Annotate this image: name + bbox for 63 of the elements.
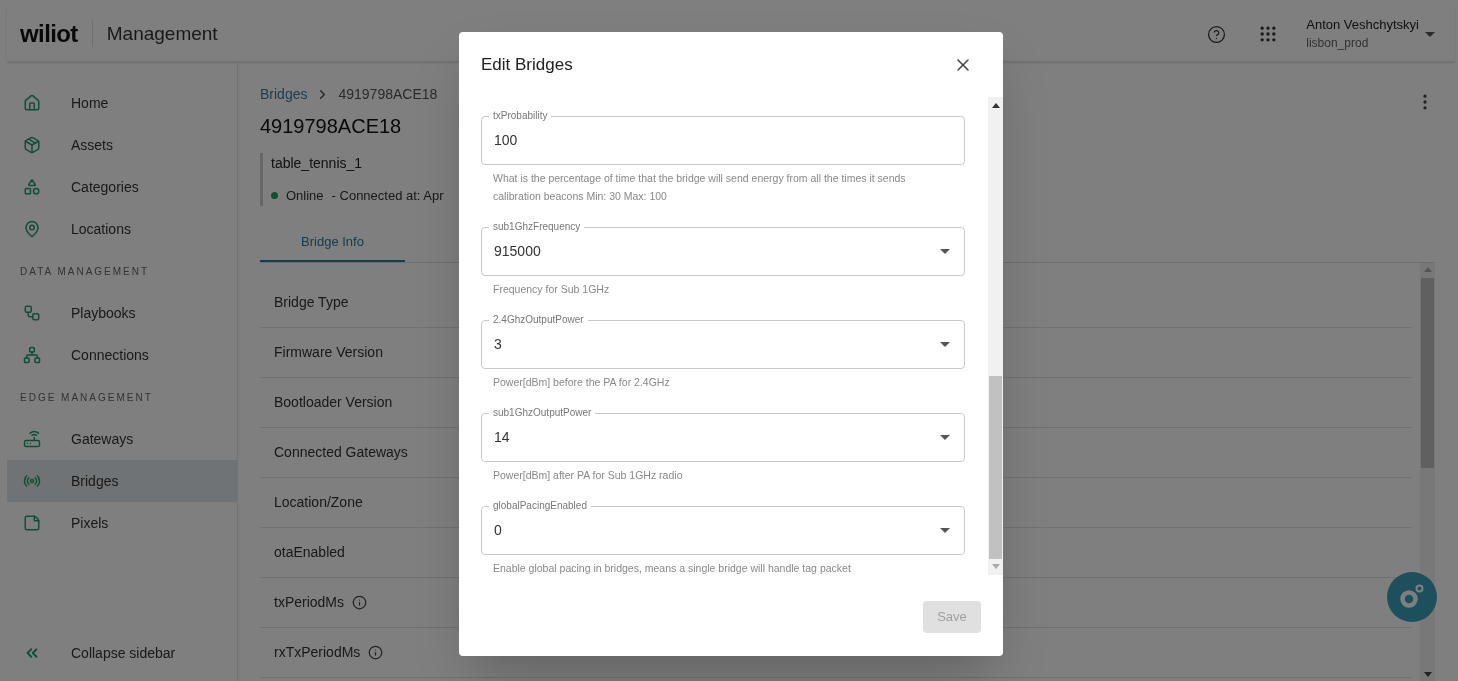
sidebar-item[interactable]: Pixels <box>7 502 237 544</box>
field-label: 2.4GhzOutputPower <box>489 313 588 327</box>
sidebar-item[interactable]: Connections <box>7 334 237 376</box>
info-icon[interactable] <box>352 594 368 610</box>
caret-icon <box>940 249 950 254</box>
scroll-up-arrow-icon[interactable] <box>991 103 1000 108</box>
field-label: sub1GhzOutputPower <box>489 406 596 420</box>
sidebar-item[interactable]: Assets <box>7 124 237 166</box>
caret-icon <box>940 435 950 440</box>
user-menu-caret-icon <box>1425 31 1435 37</box>
scroll-down-arrow-icon[interactable] <box>1423 672 1432 677</box>
row-label: Firmware Version <box>274 342 383 362</box>
dialog-title: Edit Bridges <box>481 53 573 76</box>
caret-icon <box>940 528 950 533</box>
sidebar-item[interactable]: Locations <box>7 208 237 250</box>
helper-text: Power[dBm] before the PA for 2.4GHz <box>492 375 671 390</box>
helper-text: Enable global pacing in bridges, means a single bridge will handle tag packet <box>492 561 852 575</box>
row-label: Location/Zone <box>274 492 363 512</box>
page-title: 4919798ACE18 <box>260 114 403 139</box>
shapes-icon <box>23 178 41 196</box>
logo: wiliot <box>20 19 78 49</box>
rings-icon <box>1399 584 1425 610</box>
helper-text: What is the percentage of time that the bridge will send energy from all the times it sends calibration beacons Min: 30 Max: 100 <box>492 171 907 204</box>
row-label: Bridge Type <box>274 292 349 312</box>
scrollbar[interactable] <box>988 97 1003 575</box>
scrollbar[interactable] <box>1420 262 1435 681</box>
connected-at: - Connected at: Apr <box>331 187 444 205</box>
section-heading: DATA MANAGEMENT <box>19 264 151 279</box>
breadcrumb-link[interactable]: Bridges <box>260 84 308 105</box>
account-name: lisbon_prod <box>1306 35 1370 51</box>
section-heading: EDGE MANAGEMENT <box>19 390 154 405</box>
home-icon <box>23 94 41 112</box>
collapse-sidebar-button[interactable]: Collapse sidebar <box>7 633 237 673</box>
help-icon[interactable] <box>1207 24 1227 44</box>
breadcrumb-current: 4919798ACE18 <box>338 85 438 104</box>
status-label: Online <box>286 187 324 205</box>
app-title: Management <box>106 21 218 46</box>
caret-icon <box>940 342 950 347</box>
map-pin-icon <box>23 220 41 238</box>
row-label: otaEnabled <box>274 542 345 562</box>
sidebar-item[interactable]: Gateways <box>7 418 237 460</box>
sidebar-item[interactable]: Home <box>7 82 237 124</box>
field-label: txProbability <box>489 109 552 123</box>
user-name: Anton Veshchytskyi <box>1306 17 1419 34</box>
tab[interactable]: Bridge Info <box>260 223 405 262</box>
field-label: globalPacingEnabled <box>489 499 591 513</box>
info-icon[interactable] <box>368 644 384 660</box>
signal-icon <box>23 472 41 490</box>
note-icon <box>23 514 41 532</box>
field-label: sub1GhzFrequency <box>489 220 585 234</box>
sidebar-item[interactable]: Bridges <box>7 460 237 502</box>
helper-text: Power[dBm] after PA for Sub 1GHz radio <box>492 468 684 483</box>
row-label: txPeriodMs <box>274 592 345 612</box>
sidebar-item[interactable]: Categories <box>7 166 237 208</box>
router-icon <box>23 430 41 448</box>
bridge-name: table_tennis_1 <box>271 154 364 173</box>
row-label: Bootloader Version <box>274 392 393 412</box>
row-label: rxTxPeriodMs <box>274 642 361 662</box>
sidebar-item[interactable]: Playbooks <box>7 292 237 334</box>
helper-text: Frequency for Sub 1GHz <box>492 282 611 297</box>
network-icon <box>23 346 41 364</box>
box-icon <box>23 136 41 154</box>
row-label: Connected Gateways <box>274 442 408 462</box>
